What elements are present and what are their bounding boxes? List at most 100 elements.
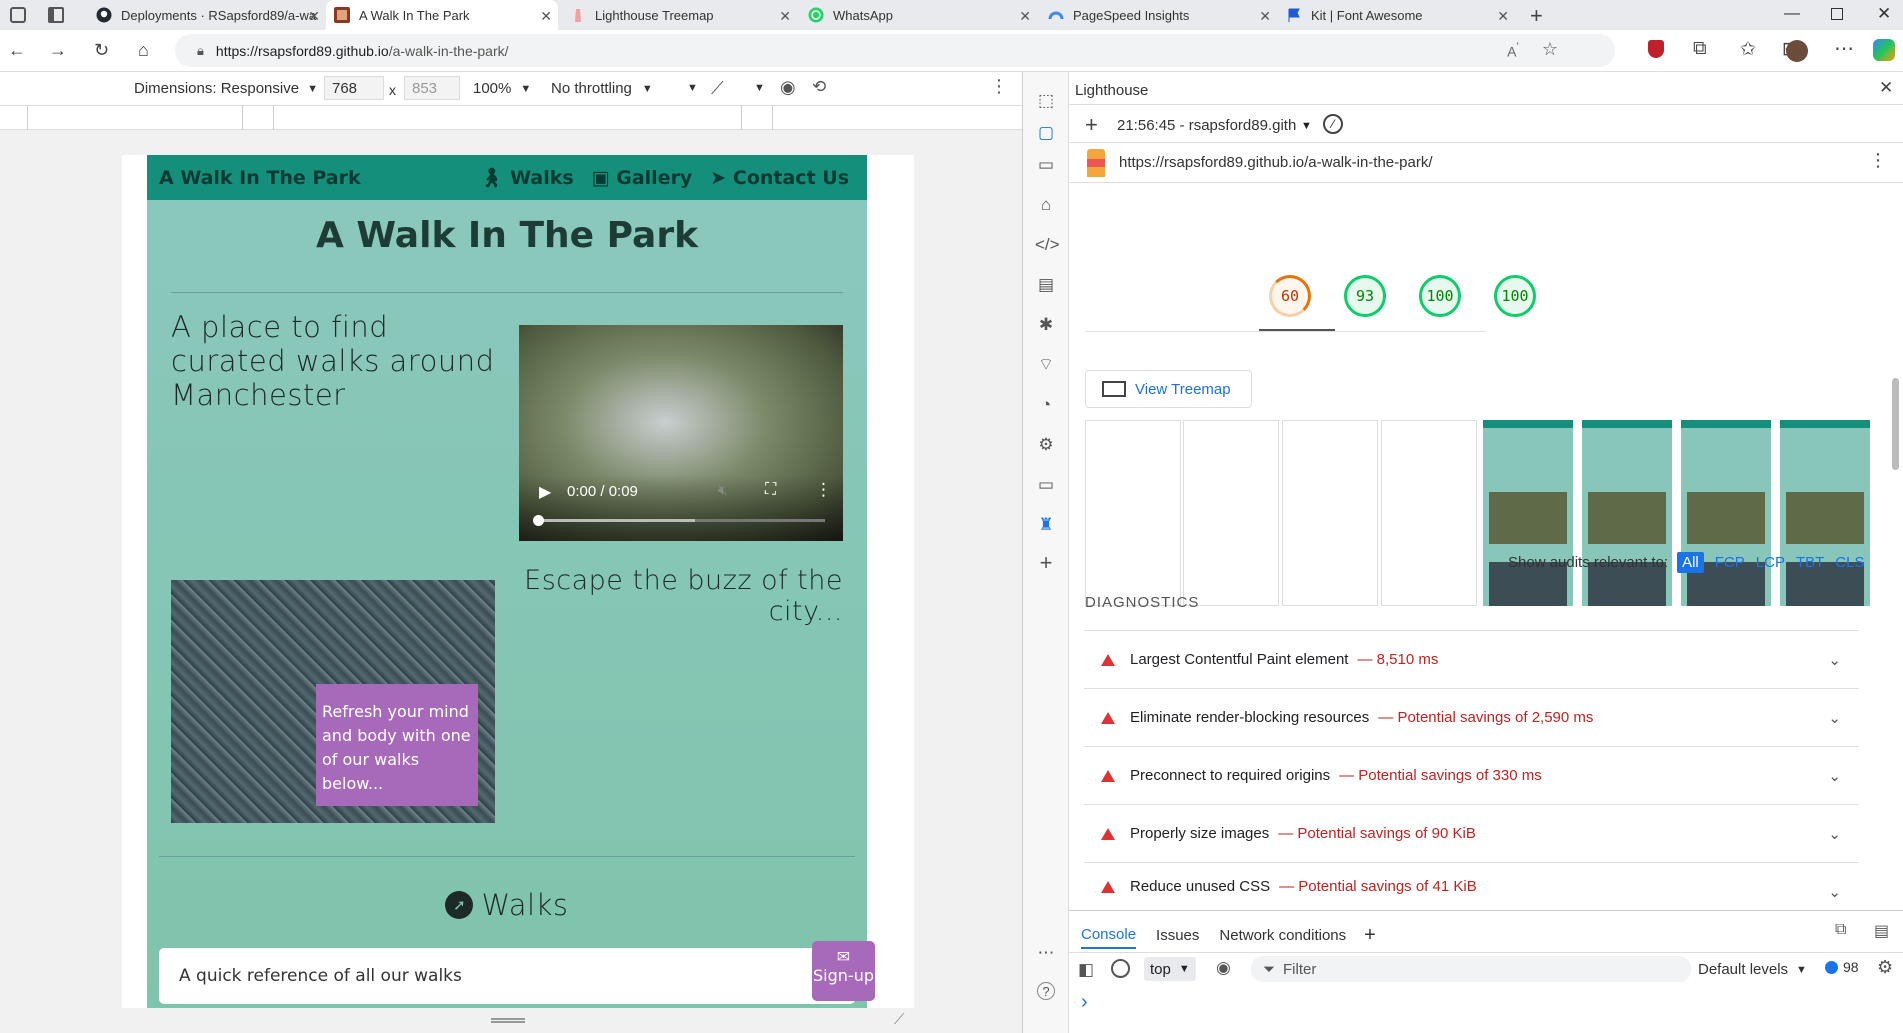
application-icon[interactable]: ▭ bbox=[1035, 474, 1057, 496]
tab-network-conditions[interactable]: Network conditions bbox=[1219, 927, 1346, 948]
console-filter-input[interactable]: ⏷ Filter bbox=[1251, 956, 1691, 982]
network-icon[interactable]: ⌔ bbox=[1035, 354, 1057, 376]
throttling-dropdown[interactable]: No throttling ▼ bbox=[551, 80, 653, 97]
memory-icon[interactable]: ⚙ bbox=[1035, 434, 1057, 456]
avatar[interactable] bbox=[1786, 40, 1808, 62]
report-scrollbar-thumb[interactable] bbox=[1892, 378, 1899, 470]
performance-icon[interactable]: ◔ bbox=[1035, 394, 1057, 416]
address-bar[interactable]: 🔒︎ https://rsapsford89.github.io/a-walk-… bbox=[175, 34, 1615, 67]
log-levels-dropdown[interactable]: Default levels ▼ bbox=[1698, 961, 1807, 978]
console-icon[interactable]: ▤ bbox=[1035, 274, 1057, 296]
filter-lcp[interactable]: LCP bbox=[1756, 554, 1785, 571]
report-selector[interactable]: 21:56:45 - rsapsford89.githut bbox=[1117, 117, 1297, 134]
undock-icon[interactable]: ⧉ bbox=[1835, 921, 1846, 939]
console-prompt[interactable]: › bbox=[1081, 991, 1088, 1014]
device-emulation-icon[interactable]: ▢ bbox=[1035, 122, 1057, 144]
audit-row[interactable]: Preconnect to required origins — Potentia… bbox=[1084, 746, 1859, 804]
eye-icon[interactable]: ◉ bbox=[780, 77, 796, 98]
help-icon[interactable]: ? bbox=[1037, 982, 1055, 1000]
favorites-icon[interactable]: ✩ bbox=[1740, 38, 1756, 61]
nav-contact[interactable]: ➤ Contact Us bbox=[710, 167, 849, 189]
tab-a-walk-in-the-park[interactable]: A Walk In The Park ✕ bbox=[326, 0, 558, 30]
home-icon[interactable]: ⌂ bbox=[138, 40, 149, 61]
score-gauge-accessibility[interactable]: 93 bbox=[1344, 275, 1386, 317]
back-icon[interactable]: ← bbox=[8, 40, 26, 61]
report-url[interactable]: https://rsapsford89.github.io/a-walk-in-… bbox=[1119, 154, 1432, 171]
dock-icon[interactable]: ▤ bbox=[1874, 921, 1889, 941]
clear-reports-icon[interactable]: ⁄ bbox=[1323, 114, 1343, 134]
filter-cls[interactable]: CLS bbox=[1835, 554, 1864, 571]
close-devtools-icon[interactable]: ✕ bbox=[1879, 78, 1893, 98]
minimize-icon[interactable]: — bbox=[1784, 5, 1800, 23]
height-input[interactable]: 853 bbox=[404, 76, 460, 100]
rotate-icon[interactable]: ⟲ bbox=[812, 77, 826, 97]
caret-down-icon[interactable]: ▼ bbox=[1301, 120, 1312, 132]
workspaces-icon[interactable] bbox=[10, 7, 26, 23]
tab-lighthouse-treemap[interactable]: Lighthouse Treemap ✕ bbox=[562, 0, 797, 30]
home-icon[interactable]: ⌂ bbox=[1035, 194, 1057, 216]
score-gauge-seo[interactable]: 100 bbox=[1494, 275, 1536, 317]
site-brand[interactable]: A Walk In The Park bbox=[159, 167, 361, 189]
play-icon[interactable]: ▶ bbox=[539, 482, 551, 502]
extensions-icon[interactable]: ⧉ bbox=[1693, 38, 1707, 60]
close-tab-icon[interactable]: ✕ bbox=[1019, 8, 1031, 25]
more-tools-icon[interactable]: + bbox=[1035, 552, 1057, 574]
console-settings-gear-icon[interactable]: ⚙ bbox=[1877, 957, 1893, 978]
video-progress[interactable] bbox=[533, 515, 825, 526]
ublock-icon[interactable] bbox=[1648, 40, 1664, 58]
width-input[interactable]: 768 bbox=[324, 76, 384, 100]
lighthouse-icon[interactable]: ♜ bbox=[1035, 514, 1057, 536]
sensor-icon[interactable]: ⟋ bbox=[711, 78, 724, 99]
audit-row[interactable]: Largest Contentful Paint element — 8,510 … bbox=[1084, 630, 1859, 688]
audit-row[interactable]: Properly size images — Potential savings … bbox=[1084, 804, 1859, 862]
copilot-icon[interactable] bbox=[1873, 39, 1895, 61]
close-tab-icon[interactable]: ✕ bbox=[308, 8, 320, 25]
close-tab-icon[interactable]: ✕ bbox=[1259, 8, 1271, 25]
filter-tbt[interactable]: TBT bbox=[1796, 554, 1824, 571]
close-tab-icon[interactable]: ✕ bbox=[1497, 8, 1509, 25]
forward-icon[interactable]: → bbox=[49, 40, 67, 61]
tab-whatsapp[interactable]: WhatsApp ✕ bbox=[800, 0, 1037, 30]
context-selector[interactable]: top ▼ bbox=[1144, 957, 1196, 981]
clear-console-icon[interactable] bbox=[1111, 959, 1130, 978]
tab-pagespeed[interactable]: PageSpeed Insights ✕ bbox=[1040, 0, 1277, 30]
more-icon[interactable]: ⋯ bbox=[1035, 942, 1057, 964]
close-tab-icon[interactable]: ✕ bbox=[779, 8, 791, 25]
walks-accordion-header[interactable]: A quick reference of all our walks bbox=[159, 948, 855, 1004]
issues-counter[interactable]: 98 bbox=[1825, 959, 1859, 975]
live-expression-eye-icon[interactable]: ◉ bbox=[1216, 958, 1231, 978]
audit-row[interactable]: Reduce unused CSS — Potential savings of … bbox=[1084, 862, 1859, 910]
audit-row[interactable]: Eliminate render-blocking resources — Pot… bbox=[1084, 688, 1859, 746]
dimensions-dropdown[interactable]: Dimensions: Responsive ▼ bbox=[134, 80, 318, 97]
elements-icon[interactable]: </> bbox=[1035, 234, 1060, 256]
report-menu-icon[interactable]: ⋮ bbox=[1869, 150, 1887, 171]
close-tab-icon[interactable]: ✕ bbox=[540, 8, 552, 25]
view-treemap-button[interactable]: View Treemap bbox=[1085, 370, 1252, 408]
more-options-icon[interactable]: ⋮ bbox=[990, 76, 1008, 97]
nav-walks[interactable]: 🚶︎ Walks bbox=[479, 166, 573, 189]
inspect-icon[interactable]: ⬚ bbox=[1035, 90, 1057, 112]
filter-all[interactable]: All bbox=[1677, 552, 1704, 573]
mute-icon[interactable]: 🔇︎ bbox=[718, 482, 727, 499]
fullscreen-icon[interactable]: ⛶ bbox=[765, 481, 776, 499]
filter-fcp[interactable]: FCP bbox=[1715, 554, 1745, 571]
favorite-star-icon[interactable]: ☆ bbox=[1542, 39, 1558, 60]
media-query-ruler[interactable] bbox=[0, 106, 1022, 130]
signup-button[interactable]: ✉︎ Sign-up bbox=[812, 941, 875, 1001]
resize-corner-icon[interactable]: ⟋ bbox=[894, 1011, 905, 1028]
close-window-icon[interactable]: ✕ bbox=[1877, 4, 1891, 24]
welcome-icon[interactable]: ▭ bbox=[1035, 154, 1057, 176]
refresh-icon[interactable]: ↻ bbox=[94, 40, 109, 61]
video-menu-icon[interactable]: ⋮ bbox=[815, 480, 832, 500]
vertical-tabs-icon[interactable] bbox=[48, 7, 64, 23]
nav-gallery[interactable]: ▣ Gallery bbox=[592, 167, 693, 189]
sources-bug-icon[interactable]: ✱ bbox=[1035, 314, 1057, 336]
more-menu-icon[interactable]: ⋯ bbox=[1834, 36, 1854, 61]
tab-font-awesome[interactable]: Kit | Font Awesome ✕ bbox=[1278, 0, 1515, 30]
new-tab-icon[interactable]: + bbox=[1530, 3, 1543, 29]
sidebar-toggle-icon[interactable]: ◧ bbox=[1078, 960, 1094, 980]
tab-issues[interactable]: Issues bbox=[1156, 927, 1199, 948]
new-report-icon[interactable]: + bbox=[1085, 112, 1098, 138]
caret-down-icon[interactable]: ▼ bbox=[687, 82, 698, 94]
score-gauge-best-practices[interactable]: 100 bbox=[1419, 275, 1461, 317]
